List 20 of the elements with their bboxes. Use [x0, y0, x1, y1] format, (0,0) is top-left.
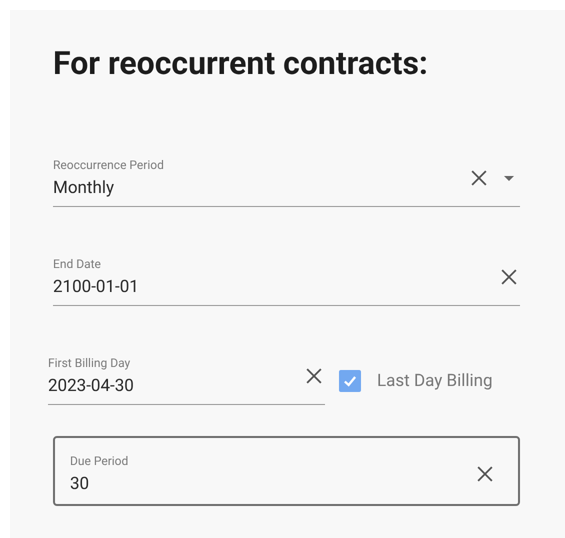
input-field[interactable]: Reoccurrence Period Monthly — [53, 158, 520, 207]
checkbox[interactable] — [339, 370, 361, 392]
section-title: For reoccurrent contracts: — [53, 44, 429, 82]
checkbox-label: Last Day Billing — [377, 370, 493, 390]
close-icon[interactable] — [306, 368, 322, 384]
field-label: First Billing Day — [48, 356, 132, 370]
caret-icon[interactable] — [504, 176, 514, 180]
field-value: 2100-01-01 — [53, 277, 140, 297]
close-icon[interactable] — [477, 466, 493, 482]
input-field[interactable]: Due Period 30 — [53, 436, 520, 506]
close-icon[interactable] — [471, 170, 487, 186]
field-value: 30 — [70, 474, 90, 494]
field-label: Reoccurrence Period — [53, 158, 165, 172]
field-value: 2023-04-30 — [48, 376, 135, 396]
input-field[interactable]: End Date 2100-01-01 — [53, 257, 520, 306]
input-field[interactable]: First Billing Day 2023-04-30 — [48, 356, 325, 405]
field-value: Monthly — [53, 178, 116, 198]
field-label: Due Period — [70, 454, 130, 468]
close-icon[interactable] — [501, 269, 517, 285]
field-label: End Date — [53, 257, 102, 271]
